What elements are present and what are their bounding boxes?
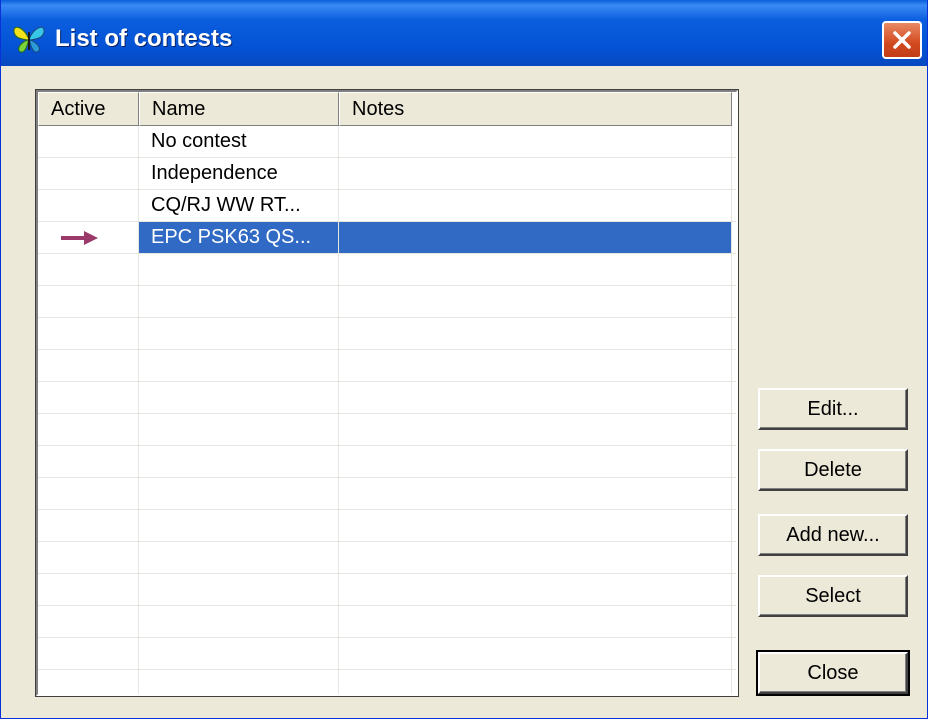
- cell-name: [139, 574, 339, 605]
- cell-notes: [339, 478, 732, 509]
- table-row[interactable]: [38, 414, 736, 446]
- cell-name: [139, 414, 339, 445]
- cell-notes: [339, 222, 732, 253]
- cell-name: [139, 542, 339, 573]
- cell-name: [139, 318, 339, 349]
- cell-name: [139, 446, 339, 477]
- cell-active: [38, 606, 139, 637]
- cell-name: [139, 638, 339, 669]
- contests-dialog: List of contests Active Name Notes No co…: [0, 0, 928, 719]
- cell-notes: [339, 254, 732, 285]
- cell-name: Independence: [139, 158, 339, 189]
- table-row[interactable]: [38, 254, 736, 286]
- window-title: List of contests: [55, 25, 233, 52]
- butterfly-icon: [11, 22, 47, 56]
- cell-notes: [339, 190, 732, 221]
- cell-active: [38, 126, 139, 157]
- add-new-button[interactable]: Add new...: [758, 514, 908, 556]
- table-row[interactable]: [38, 670, 736, 694]
- cell-active: [38, 222, 139, 253]
- cell-name: EPC PSK63 QS...: [139, 222, 339, 253]
- cell-active: [38, 478, 139, 509]
- table-row[interactable]: [38, 638, 736, 670]
- cell-active: [38, 318, 139, 349]
- column-header-active[interactable]: Active: [38, 92, 139, 126]
- cell-notes: [339, 318, 732, 349]
- table-row[interactable]: [38, 574, 736, 606]
- dialog-body: Active Name Notes No contest Independence…: [5, 66, 925, 715]
- cell-active: [38, 158, 139, 189]
- close-icon: [893, 31, 911, 49]
- cell-notes: [339, 606, 732, 637]
- cell-name: [139, 606, 339, 637]
- cell-notes: [339, 542, 732, 573]
- cell-name: No contest: [139, 126, 339, 157]
- cell-active: [38, 542, 139, 573]
- cell-active: [38, 446, 139, 477]
- table-row[interactable]: [38, 382, 736, 414]
- close-window-button[interactable]: [882, 21, 922, 59]
- cell-notes: [339, 158, 732, 189]
- cell-active: [38, 510, 139, 541]
- table-row[interactable]: [38, 542, 736, 574]
- table-row[interactable]: [38, 286, 736, 318]
- edit-button[interactable]: Edit...: [758, 388, 908, 430]
- table-row[interactable]: [38, 478, 736, 510]
- table-row[interactable]: EPC PSK63 QS...: [38, 222, 736, 254]
- arrow-right-icon: [61, 231, 98, 245]
- cell-active: [38, 190, 139, 221]
- close-button[interactable]: Close: [756, 650, 910, 696]
- list-rows: No contest Independence CQ/RJ WW RT... EPC …: [38, 126, 736, 694]
- cell-notes: [339, 382, 732, 413]
- cell-notes: [339, 286, 732, 317]
- cell-name: [139, 478, 339, 509]
- cell-notes: [339, 670, 732, 694]
- list-header: Active Name Notes: [38, 92, 736, 126]
- cell-notes: [339, 414, 732, 445]
- cell-notes: [339, 350, 732, 381]
- cell-name: [139, 350, 339, 381]
- delete-button[interactable]: Delete: [758, 449, 908, 491]
- cell-notes: [339, 574, 732, 605]
- table-row[interactable]: No contest: [38, 126, 736, 158]
- cell-active: [38, 254, 139, 285]
- cell-active: [38, 286, 139, 317]
- select-button[interactable]: Select: [758, 575, 908, 617]
- table-row[interactable]: [38, 606, 736, 638]
- column-header-name[interactable]: Name: [139, 92, 339, 126]
- table-row[interactable]: [38, 446, 736, 478]
- cell-name: [139, 510, 339, 541]
- cell-active: [38, 670, 139, 694]
- cell-name: [139, 286, 339, 317]
- cell-name: [139, 670, 339, 694]
- cell-name: CQ/RJ WW RT...: [139, 190, 339, 221]
- column-header-notes[interactable]: Notes: [339, 92, 732, 126]
- cell-notes: [339, 126, 732, 157]
- cell-notes: [339, 638, 732, 669]
- cell-active: [38, 350, 139, 381]
- table-row[interactable]: [38, 510, 736, 542]
- table-row[interactable]: [38, 318, 736, 350]
- cell-name: [139, 382, 339, 413]
- table-row[interactable]: Independence: [38, 158, 736, 190]
- title-bar[interactable]: List of contests: [1, 0, 927, 66]
- cell-notes: [339, 446, 732, 477]
- cell-notes: [339, 510, 732, 541]
- table-row[interactable]: CQ/RJ WW RT...: [38, 190, 736, 222]
- cell-active: [38, 574, 139, 605]
- contests-list[interactable]: Active Name Notes No contest Independence…: [35, 89, 739, 697]
- cell-name: [139, 254, 339, 285]
- cell-active: [38, 382, 139, 413]
- cell-active: [38, 414, 139, 445]
- table-row[interactable]: [38, 350, 736, 382]
- cell-active: [38, 638, 139, 669]
